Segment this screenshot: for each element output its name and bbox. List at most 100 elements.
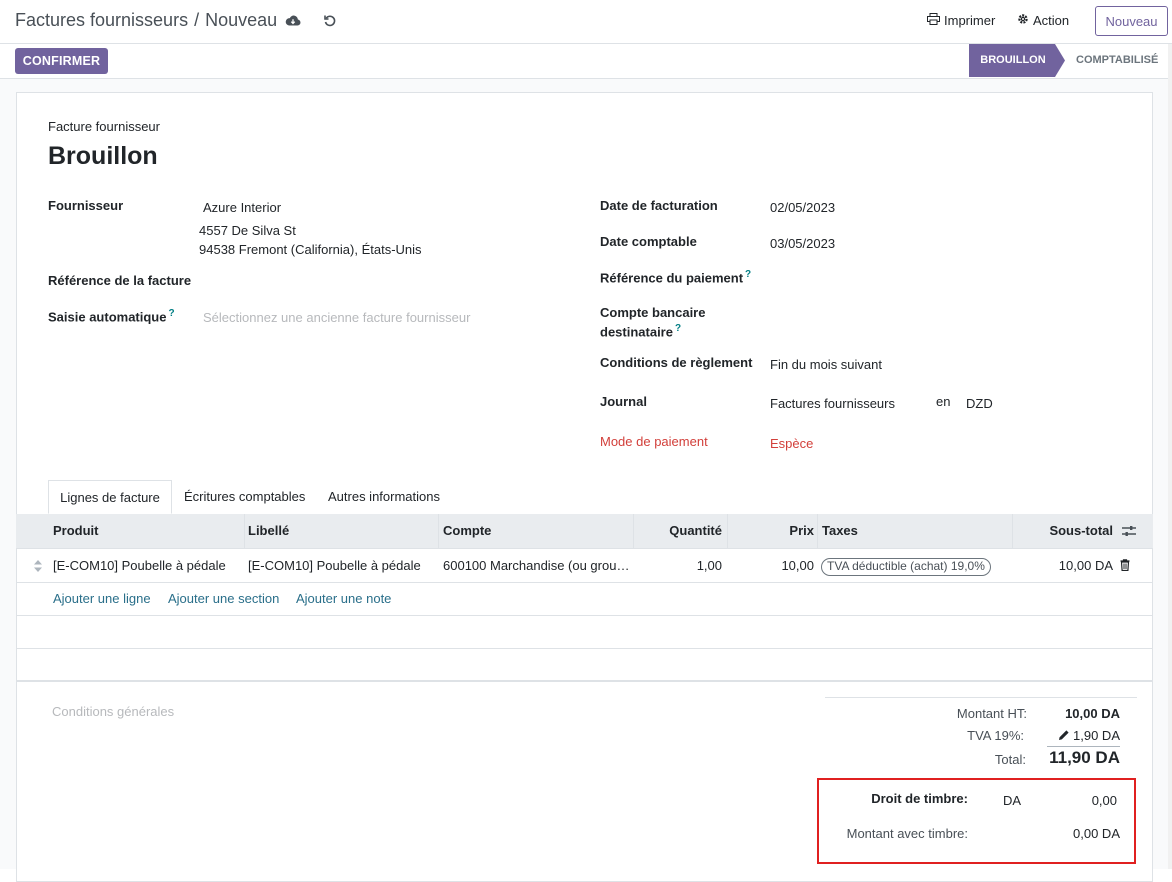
column-settings-icon[interactable] [1122, 525, 1136, 540]
bank-account-label-1: Compte bancaire [600, 305, 706, 320]
invoice-date-input[interactable]: 02/05/2023 [770, 200, 835, 215]
col-separator [817, 514, 818, 548]
vendor-input[interactable]: Azure Interior [203, 200, 281, 215]
help-icon[interactable]: ? [168, 308, 174, 319]
add-line-link[interactable]: Ajouter une ligne [53, 583, 151, 615]
vendor-city: 94538 Fremont (California), États-Unis [199, 242, 422, 257]
pencil-icon[interactable] [1058, 729, 1070, 744]
confirm-button[interactable]: CONFIRMER [15, 48, 108, 74]
control-panel: Factures fournisseurs / Nouveau Imprimer A… [0, 0, 1172, 44]
print-button[interactable]: Imprimer [927, 13, 995, 28]
cell-quantity[interactable]: 1,00 [634, 549, 722, 582]
add-row-controls: Ajouter une ligne Ajouter une section Aj… [16, 583, 1153, 616]
scrollbar[interactable] [1168, 44, 1172, 869]
breadcrumb-current: Nouveau [205, 10, 278, 30]
help-icon[interactable]: ? [745, 269, 751, 280]
auto-complete-label: Saisie automatique? [48, 308, 175, 324]
action-button[interactable]: Action [1017, 13, 1069, 28]
journal-label: Journal [600, 394, 647, 409]
payment-ref-label-text: Référence du paiement [600, 270, 744, 286]
col-separator [438, 514, 439, 548]
col-label[interactable]: Libellé [248, 514, 289, 548]
print-button-label: Imprimer [944, 13, 996, 28]
accounting-date-input[interactable]: 03/05/2023 [770, 236, 835, 251]
tab-invoice-lines[interactable]: Lignes de facture [48, 480, 172, 514]
discard-undo-icon[interactable] [322, 13, 338, 29]
invoice-ref-input[interactable] [203, 270, 563, 290]
col-subtotal[interactable]: Sous-total [1013, 514, 1113, 548]
cell-account[interactable]: 600100 Marchandise (ou grou… [443, 549, 629, 582]
col-product[interactable]: Produit [53, 514, 99, 548]
col-separator [244, 514, 245, 548]
payment-ref-input[interactable] [770, 266, 1130, 286]
stage-draft-label: BROUILLON [980, 54, 1046, 66]
auto-complete-label-text: Saisie automatique [48, 309, 167, 325]
invoice-date-label: Date de facturation [600, 198, 718, 213]
empty-row [16, 648, 1153, 682]
payment-terms-input[interactable]: Fin du mois suivant [770, 357, 882, 372]
empty-row [16, 616, 1153, 649]
trash-icon[interactable] [1120, 559, 1130, 574]
gear-icon [1017, 13, 1029, 28]
bank-account-label-text: destinataire [600, 324, 673, 340]
table-header: Produit Libellé Compte Quantité Prix Tax… [16, 514, 1153, 549]
auto-complete-input[interactable]: Sélectionnez une ancienne facture fourni… [203, 310, 470, 325]
breadcrumb: Factures fournisseurs / Nouveau [15, 10, 277, 31]
amount-with-stamp-value: 0,00 DA [1073, 826, 1120, 841]
help-icon[interactable]: ? [675, 323, 681, 334]
stage-draft[interactable]: BROUILLON [969, 44, 1065, 77]
total-divider [1047, 746, 1120, 747]
stamp-duty-label: Droit de timbre: [871, 791, 968, 806]
amount-with-stamp-label: Montant avec timbre: [846, 826, 968, 841]
col-taxes[interactable]: Taxes [822, 514, 858, 548]
accounting-date-label: Date comptable [600, 234, 697, 249]
total-label: Total: [994, 752, 1026, 767]
cell-product[interactable]: [E-COM10] Poubelle à pédale [53, 549, 226, 582]
col-price[interactable]: Prix [728, 514, 814, 548]
add-note-link[interactable]: Ajouter une note [296, 583, 391, 615]
bank-account-input[interactable] [770, 310, 1130, 330]
journal-input[interactable]: Factures fournisseurs [770, 396, 895, 411]
breadcrumb-separator: / [194, 10, 200, 30]
stamp-duty-input[interactable]: 0,00 [1040, 793, 1117, 808]
vendor-street: 4557 De Silva St [199, 223, 296, 238]
document-title: Brouillon [48, 142, 158, 170]
total-value: 11,90 DA [1049, 748, 1120, 767]
document-type: Facture fournisseur [48, 119, 160, 134]
payment-ref-label: Référence du paiement? [600, 269, 751, 285]
tax-badge: TVA déductible (achat) 19,0% [821, 557, 991, 576]
action-button-label: Action [1033, 13, 1070, 28]
stage-posted[interactable]: COMPTABILISÉ [1076, 44, 1158, 77]
invoice-ref-label: Référence de la facture [48, 273, 192, 288]
col-account[interactable]: Compte [443, 514, 491, 548]
drag-handle-icon[interactable] [34, 560, 42, 575]
amount-ht-label: Montant HT: [956, 706, 1027, 721]
new-button[interactable]: Nouveau [1095, 6, 1168, 36]
breadcrumb-parent[interactable]: Factures fournisseurs [15, 10, 188, 30]
col-quantity[interactable]: Quantité [634, 514, 722, 548]
tab-other-info[interactable]: Autres informations [328, 480, 440, 514]
terms-conditions-input[interactable]: Conditions générales [52, 704, 174, 719]
status-bar: CONFIRMER BROUILLON COMPTABILISÉ [0, 44, 1172, 79]
journal-in-text: en [936, 394, 951, 409]
cell-price[interactable]: 10,00 [728, 549, 814, 582]
payment-mode-input[interactable]: Espèce [770, 436, 813, 451]
printer-icon [927, 13, 940, 28]
add-section-link[interactable]: Ajouter une section [168, 583, 279, 615]
tab-journal-items[interactable]: Écritures comptables [184, 480, 305, 514]
payment-terms-label: Conditions de règlement [600, 355, 753, 370]
totals-divider [825, 697, 1137, 698]
tva-amount: 1,90 DA [1073, 728, 1120, 743]
tva-value: 1,90 DA [1040, 728, 1120, 744]
cell-taxes[interactable]: TVA déductible (achat) 19,0% [821, 549, 991, 582]
amount-ht-value: 10,00 DA [1065, 706, 1120, 721]
cell-label[interactable]: [E-COM10] Poubelle à pédale [248, 549, 421, 582]
table-row[interactable]: [E-COM10] Poubelle à pédale [E-COM10] Po… [16, 549, 1153, 583]
stamp-duty-currency: DA [1003, 793, 1022, 808]
payment-mode-label: Mode de paiement [600, 434, 708, 449]
cell-subtotal: 10,00 DA [1058, 558, 1113, 573]
vendor-label: Fournisseur [48, 198, 124, 213]
save-cloud-icon[interactable] [285, 13, 301, 29]
tva-label: TVA 19%: [967, 728, 1024, 743]
currency-input[interactable]: DZD [966, 396, 993, 411]
